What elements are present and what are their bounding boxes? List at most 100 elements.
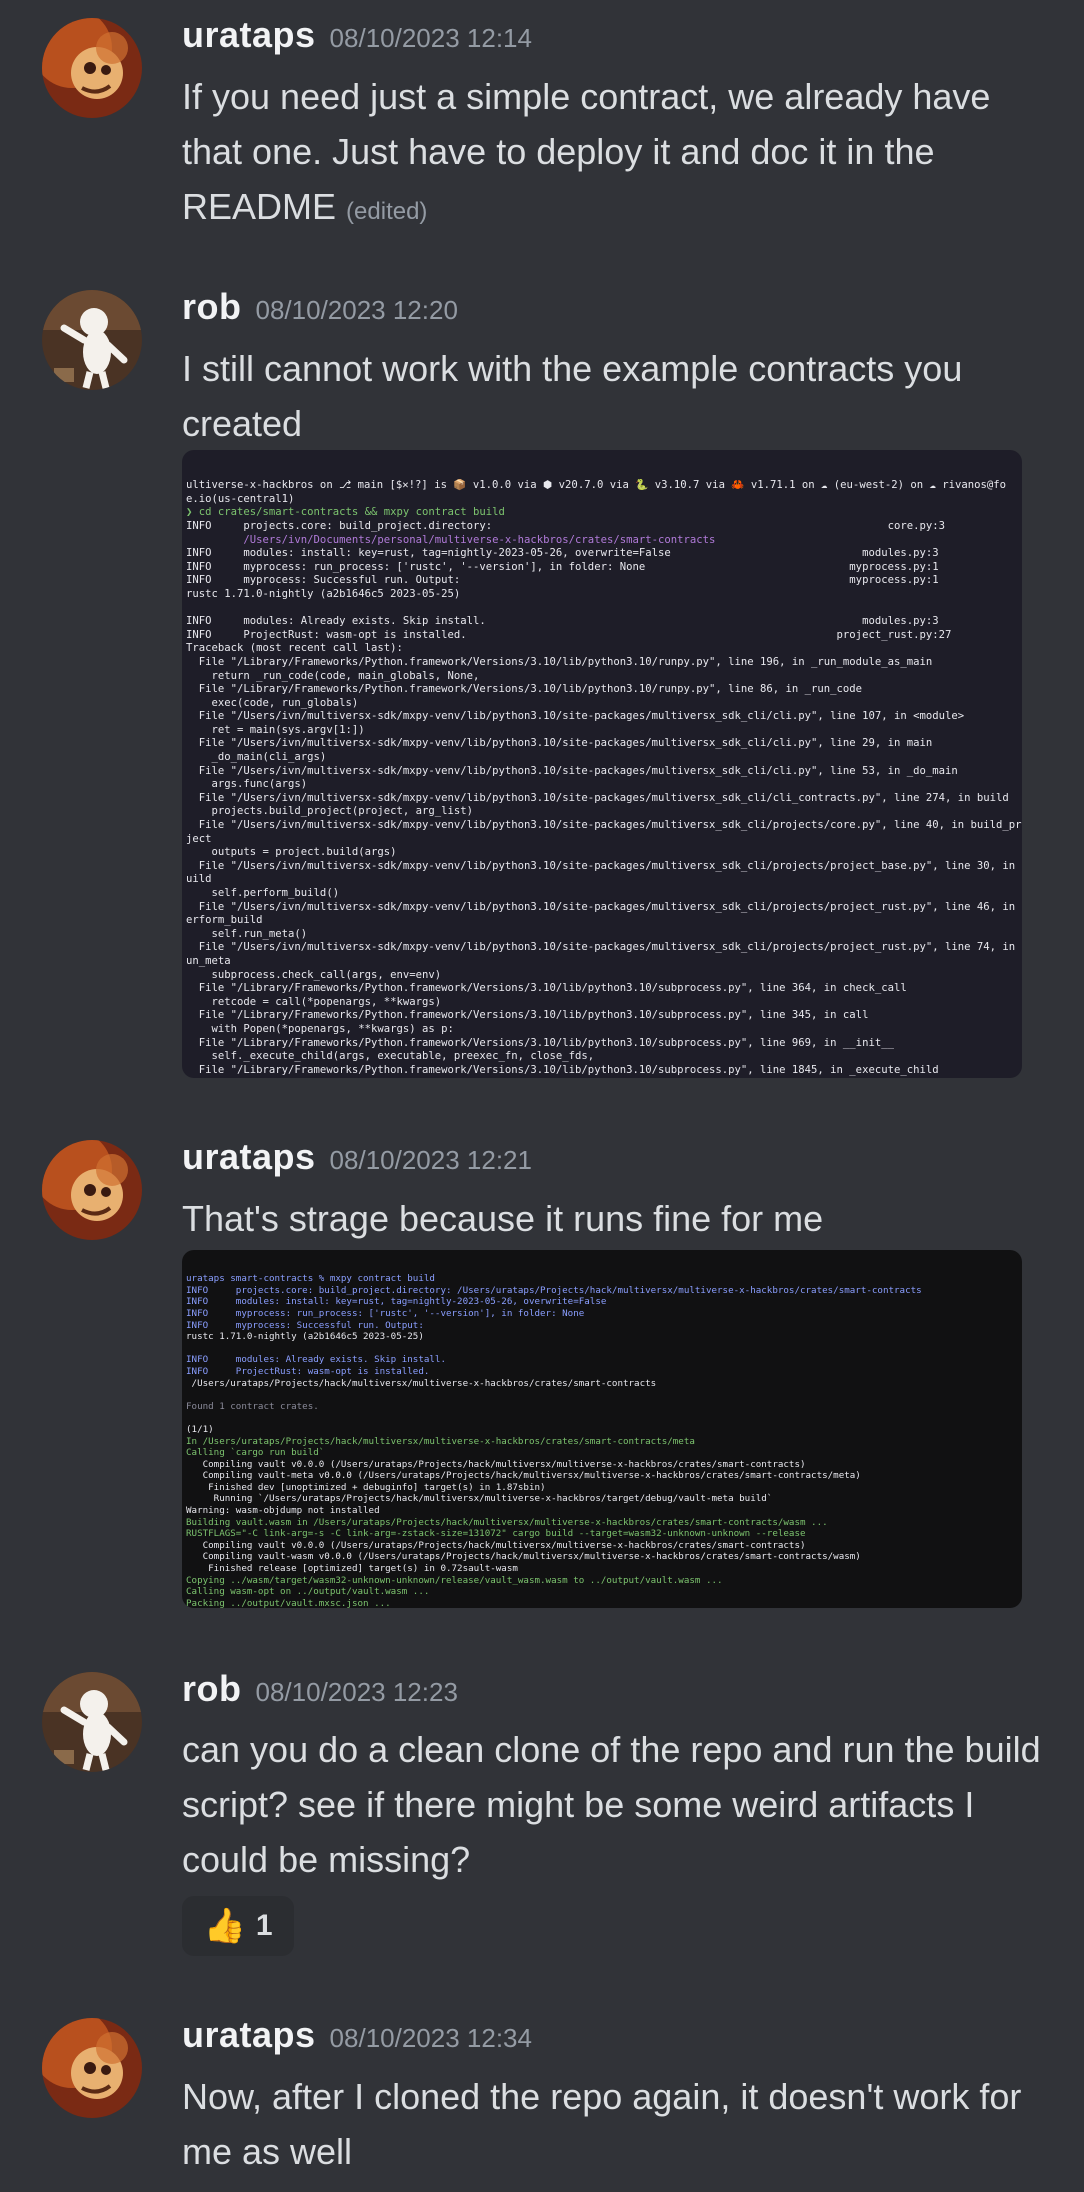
message-text: I still cannot work with the example con…: [182, 348, 963, 444]
terminal-line: retcode = call(*popenargs, **kwargs): [186, 995, 442, 1008]
terminal-line: self.run_meta(): [186, 927, 308, 940]
terminal-line: exec(code, run_globals): [186, 696, 359, 709]
timestamp: 08/10/2023 12:20: [255, 295, 458, 325]
terminal-line: ret = main(sys.argv[1:]): [186, 723, 365, 736]
message-content: If you need just a simple contract, we a…: [182, 69, 1052, 239]
username[interactable]: urataps: [182, 14, 316, 55]
reaction-count: 1: [255, 1909, 273, 1942]
terminal-line: erform_build: [186, 914, 263, 927]
message-text: Now, after I cloned the repo again, it d…: [182, 2076, 1022, 2172]
terminal-line: ❯ cd crates/smart-contracts && mxpy cont…: [186, 506, 505, 519]
terminal-line: Compiling vault v0.0.0 (/Users/urataps/P…: [186, 1458, 806, 1470]
reaction-thumbs-up[interactable]: 👍 1: [182, 1896, 294, 1956]
username[interactable]: urataps: [182, 2014, 316, 2055]
edited-label: (edited): [346, 198, 428, 225]
terminal-line: File "/Users/ivn/multiversx-sdk/mxpy-ven…: [186, 737, 933, 750]
terminal-line: INFO projects.core: build_project.direct…: [186, 519, 945, 532]
terminal-output: urataps smart-contracts % mxpy contract …: [186, 1273, 1022, 1608]
timestamp: 08/10/2023 12:14: [329, 23, 532, 53]
terminal-line: File "/Users/ivn/multiversx-sdk/mxpy-ven…: [186, 900, 1022, 913]
message-text: That's strage because it runs fine for m…: [182, 1198, 824, 1239]
terminal-line: File "/Library/Frameworks/Python.framewo…: [186, 982, 907, 995]
terminal-line: Copying ../wasm/target/wasm32-unknown-un…: [186, 1574, 723, 1586]
terminal-line: _do_main(cli_args): [186, 751, 327, 764]
terminal-line: File "/Library/Frameworks/Python.framewo…: [186, 1036, 894, 1049]
terminal-line: Warning: wasm-objdump not installed: [186, 1505, 380, 1517]
terminal-line: INFO projects.core: build_project.direct…: [186, 1284, 922, 1296]
terminal-line: /Users/urataps/Projects/hack/multiversx/…: [186, 1377, 657, 1389]
terminal-line: e.io(us-central1): [186, 492, 295, 505]
message-text: can you do a clean clone of the repo and…: [182, 1729, 1041, 1880]
terminal-line: File "/Users/ivn/multiversx-sdk/mxpy-ven…: [186, 859, 1022, 872]
terminal-screenshot-attachment[interactable]: urataps smart-contracts % mxpy contract …: [182, 1250, 1022, 1608]
terminal-line: Calling `cargo run build`: [186, 1447, 325, 1459]
timestamp: 08/10/2023 12:34: [329, 2023, 532, 2053]
terminal-line: Traceback (most recent call last):: [186, 642, 403, 655]
terminal-line: INFO ProjectRust: wasm-opt is installed.: [186, 1365, 430, 1377]
terminal-line: INFO myprocess: Successful run. Output:: [186, 1319, 424, 1331]
terminal-line: INFO modules: install: key=rust, tag=nig…: [186, 1296, 607, 1308]
terminal-line: INFO myprocess: Successful run. Output: …: [186, 574, 939, 587]
terminal-line: Compiling vault v0.0.0 (/Users/urataps/P…: [186, 1539, 806, 1551]
terminal-line: Calling wasm-opt on ../output/vault.wasm…: [186, 1586, 430, 1598]
terminal-line: (1/1): [186, 1423, 214, 1435]
terminal-line: In /Users/urataps/Projects/hack/multiver…: [186, 1435, 695, 1447]
terminal-line: File "/Library/Frameworks/Python.framewo…: [186, 683, 863, 696]
terminal-line: Finished dev [unoptimized + debuginfo] t…: [186, 1481, 546, 1493]
terminal-line: Compiling vault-meta v0.0.0 (/Users/urat…: [186, 1470, 861, 1482]
terminal-line: INFO myprocess: run_process: ['rustc', '…: [186, 1307, 585, 1319]
username[interactable]: rob: [182, 286, 242, 327]
terminal-line: raise child_exception_type(errno_num, er…: [186, 1077, 1022, 1078]
terminal-line: File "/Users/ivn/multiversx-sdk/mxpy-ven…: [186, 791, 1009, 804]
terminal-line: RUSTFLAGS="-C link-arg=-s -C link-arg=-z…: [186, 1528, 806, 1540]
username[interactable]: rob: [182, 1668, 242, 1709]
terminal-line: Building vault.wasm in /Users/urataps/Pr…: [186, 1516, 828, 1528]
terminal-line: File "/Library/Frameworks/Python.framewo…: [186, 655, 933, 668]
terminal-line: return _run_code(code, main_globals, Non…: [186, 669, 480, 682]
terminal-line: subprocess.check_call(args, env=env): [186, 968, 442, 981]
terminal-line: urataps smart-contracts % mxpy contract …: [186, 1273, 435, 1285]
message-text: If you need just a simple contract, we a…: [182, 76, 991, 227]
avatar-urataps[interactable]: [42, 2018, 142, 2118]
terminal-line: Found 1 contract crates.: [186, 1400, 319, 1412]
terminal-line: File "/Users/ivn/multiversx-sdk/mxpy-ven…: [186, 764, 958, 777]
terminal-line: ultiverse-x-hackbros on ⎇ main [$✕!?] is…: [186, 479, 1007, 492]
terminal-line: File "/Users/ivn/multiversx-sdk/mxpy-ven…: [186, 819, 1022, 832]
username[interactable]: urataps: [182, 1136, 316, 1177]
terminal-line: INFO modules: install: key=rust, tag=nig…: [186, 547, 939, 560]
terminal-line: rustc 1.71.0-nightly (a2b1646c5 2023-05-…: [186, 587, 461, 600]
terminal-screenshot-attachment[interactable]: ultiverse-x-hackbros on ⎇ main [$✕!?] is…: [182, 450, 1022, 1078]
terminal-line: projects.build_project(project, arg_list…: [186, 805, 474, 818]
terminal-line: /Users/ivn/Documents/personal/multiverse…: [186, 533, 716, 546]
terminal-line: outputs = project.build(args): [186, 846, 397, 859]
avatar-urataps[interactable]: [42, 18, 142, 118]
terminal-line: File "/Users/ivn/multiversx-sdk/mxpy-ven…: [186, 941, 1022, 954]
terminal-line: self._execute_child(args, executable, pr…: [186, 1050, 595, 1063]
terminal-line: File "/Library/Frameworks/Python.framewo…: [186, 1009, 869, 1022]
terminal-line: Finished release [optimized] target(s) i…: [186, 1563, 518, 1575]
terminal-line: un_meta: [186, 954, 231, 967]
timestamp: 08/10/2023 12:23: [255, 1677, 458, 1707]
terminal-line: Running `/Users/urataps/Projects/hack/mu…: [186, 1493, 773, 1505]
terminal-line: INFO myprocess: run_process: ['rustc', '…: [186, 560, 939, 573]
terminal-output: ultiverse-x-hackbros on ⎇ main [$✕!?] is…: [186, 479, 1022, 1078]
avatar-rob[interactable]: [42, 1672, 142, 1772]
terminal-line: Compiling vault-wasm v0.0.0 (/Users/urat…: [186, 1551, 861, 1563]
thumbs-up-icon: 👍: [203, 1907, 246, 1945]
terminal-line: Packing ../output/vault.mxsc.json ...: [186, 1597, 391, 1608]
terminal-line: rustc 1.71.0-nightly (a2b1646c5 2023-05-…: [186, 1331, 424, 1343]
avatar-rob[interactable]: [42, 290, 142, 390]
terminal-line: ject: [186, 832, 212, 845]
terminal-line: self.perform_build(): [186, 887, 340, 899]
terminal-line: File "/Users/ivn/multiversx-sdk/mxpy-ven…: [186, 710, 965, 723]
terminal-line: INFO modules: Already exists. Skip insta…: [186, 615, 939, 628]
terminal-line: uild: [186, 873, 212, 886]
terminal-line: INFO modules: Already exists. Skip insta…: [186, 1354, 446, 1366]
avatar-urataps[interactable]: [42, 1140, 142, 1240]
terminal-line: args.func(args): [186, 778, 308, 791]
terminal-line: INFO ProjectRust: wasm-opt is installed.…: [186, 628, 952, 641]
